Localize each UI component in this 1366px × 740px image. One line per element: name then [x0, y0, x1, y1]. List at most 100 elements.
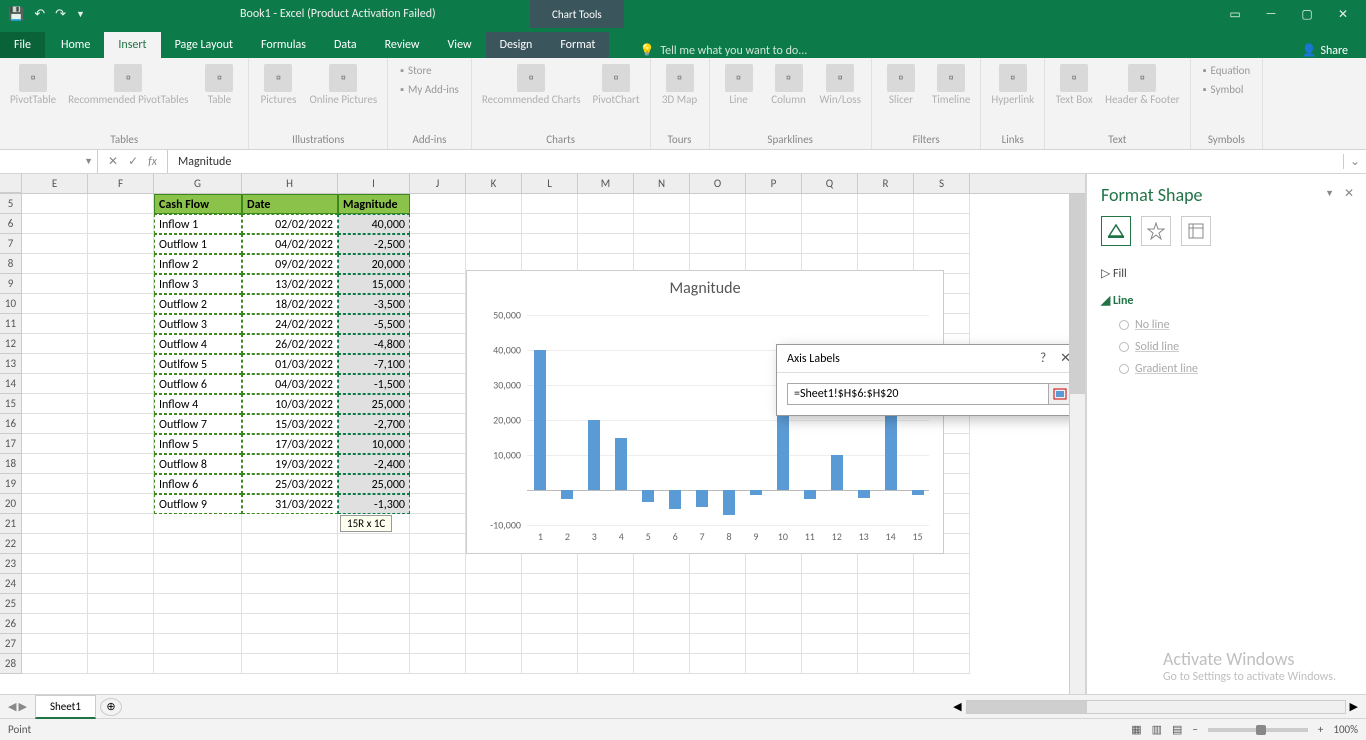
cell-G23[interactable]	[154, 554, 242, 574]
cell-G18[interactable]: Outflow 8	[154, 454, 242, 474]
cell-G19[interactable]: Inflow 6	[154, 474, 242, 494]
table-button[interactable]: ▫Table	[198, 62, 240, 108]
cell-L7[interactable]	[522, 234, 578, 254]
hscroll-right-icon[interactable]: ▶	[1350, 700, 1358, 713]
pivotchart-button[interactable]: ▫PivotChart	[591, 62, 642, 108]
row-header-21[interactable]: 21	[0, 514, 22, 534]
cell-N6[interactable]	[634, 214, 690, 234]
cell-E9[interactable]	[22, 274, 88, 294]
cell-I13[interactable]: -7,100	[338, 354, 410, 374]
cell-S27[interactable]	[914, 634, 970, 654]
cell-N23[interactable]	[634, 554, 690, 574]
cell-I22[interactable]	[338, 534, 410, 554]
chart-bar-6[interactable]	[669, 490, 681, 509]
cell-R6[interactable]	[858, 214, 914, 234]
cell-E18[interactable]	[22, 454, 88, 474]
cell-J6[interactable]	[410, 214, 466, 234]
cell-J14[interactable]	[410, 374, 466, 394]
cell-F13[interactable]	[88, 354, 154, 374]
cell-M5[interactable]	[578, 194, 634, 214]
cell-E10[interactable]	[22, 294, 88, 314]
add-sheet-icon[interactable]: ⊕	[100, 698, 122, 716]
cell-I12[interactable]: -4,800	[338, 334, 410, 354]
zoom-level[interactable]: 100%	[1333, 723, 1358, 736]
column-header-Q[interactable]: Q	[802, 174, 858, 193]
cell-P6[interactable]	[746, 214, 802, 234]
line-option-gradient-line[interactable]: Gradient line	[1101, 358, 1352, 380]
cell-E7[interactable]	[22, 234, 88, 254]
cell-N5[interactable]	[634, 194, 690, 214]
cell-H10[interactable]: 18/02/2022	[242, 294, 338, 314]
undo-icon[interactable]: ↶	[34, 7, 45, 22]
column-header-F[interactable]: F	[88, 174, 154, 193]
cell-P24[interactable]	[746, 574, 802, 594]
cell-J16[interactable]	[410, 414, 466, 434]
name-box[interactable]: ▼	[0, 150, 98, 173]
chart-bar-4[interactable]	[615, 438, 627, 491]
chart-bar-9[interactable]	[750, 490, 762, 495]
line-button[interactable]: ▫Line	[718, 62, 760, 108]
cell-O28[interactable]	[690, 654, 746, 674]
recommended-pivottables-button[interactable]: ▫Recommended PivotTables	[66, 62, 190, 108]
column-header-P[interactable]: P	[746, 174, 802, 193]
cell-H21[interactable]	[242, 514, 338, 534]
chart-bar-8[interactable]	[723, 490, 735, 515]
chart-bar-12[interactable]	[831, 455, 843, 490]
recommended-charts-button[interactable]: ▫Recommended Charts	[480, 62, 583, 108]
cell-G13[interactable]: Outlfow 5	[154, 354, 242, 374]
cell-G14[interactable]: Outflow 6	[154, 374, 242, 394]
cell-R25[interactable]	[858, 594, 914, 614]
cell-F12[interactable]	[88, 334, 154, 354]
row-header-18[interactable]: 18	[0, 454, 22, 474]
cell-H18[interactable]: 19/03/2022	[242, 454, 338, 474]
cell-H17[interactable]: 17/03/2022	[242, 434, 338, 454]
store-button[interactable]: ▪ Store	[396, 62, 463, 79]
cell-G21[interactable]	[154, 514, 242, 534]
cell-E22[interactable]	[22, 534, 88, 554]
maximize-icon[interactable]: ▢	[1298, 7, 1316, 22]
cell-H11[interactable]: 24/02/2022	[242, 314, 338, 334]
column-header-O[interactable]: O	[690, 174, 746, 193]
cell-G9[interactable]: Inflow 3	[154, 274, 242, 294]
cell-R27[interactable]	[858, 634, 914, 654]
page-layout-icon[interactable]: ▥	[1152, 723, 1162, 736]
cell-O24[interactable]	[690, 574, 746, 594]
cell-F17[interactable]	[88, 434, 154, 454]
cell-H15[interactable]: 10/03/2022	[242, 394, 338, 414]
cell-P5[interactable]	[746, 194, 802, 214]
cell-M27[interactable]	[578, 634, 634, 654]
3d-map-button[interactable]: ▫3D Map	[659, 62, 701, 108]
cell-F15[interactable]	[88, 394, 154, 414]
cell-S28[interactable]	[914, 654, 970, 674]
cell-I25[interactable]	[338, 594, 410, 614]
cell-J9[interactable]	[410, 274, 466, 294]
chart-bar-7[interactable]	[696, 490, 708, 507]
hyperlink-button[interactable]: ▫Hyperlink	[989, 62, 1036, 108]
line-option-solid-line[interactable]: Solid line	[1101, 336, 1352, 358]
share-button[interactable]: 👤 Share	[1301, 43, 1366, 58]
cell-M23[interactable]	[578, 554, 634, 574]
cell-I26[interactable]	[338, 614, 410, 634]
cell-O6[interactable]	[690, 214, 746, 234]
tab-file[interactable]: File	[0, 32, 45, 58]
cell-E17[interactable]	[22, 434, 88, 454]
cell-M6[interactable]	[578, 214, 634, 234]
cell-R23[interactable]	[858, 554, 914, 574]
row-header-26[interactable]: 26	[0, 614, 22, 634]
cell-H20[interactable]: 31/03/2022	[242, 494, 338, 514]
cell-R7[interactable]	[858, 234, 914, 254]
tab-formulas[interactable]: Formulas	[247, 32, 320, 58]
confirm-icon[interactable]: ✓	[128, 154, 138, 169]
minimize-icon[interactable]: —	[1262, 7, 1280, 22]
cell-S26[interactable]	[914, 614, 970, 634]
column-header-E[interactable]: E	[22, 174, 88, 193]
column-header-K[interactable]: K	[466, 174, 522, 193]
cell-G24[interactable]	[154, 574, 242, 594]
cell-Q25[interactable]	[802, 594, 858, 614]
range-picker-icon[interactable]	[1048, 384, 1070, 404]
cell-F26[interactable]	[88, 614, 154, 634]
cell-P26[interactable]	[746, 614, 802, 634]
cell-E19[interactable]	[22, 474, 88, 494]
cell-H26[interactable]	[242, 614, 338, 634]
timeline-button[interactable]: ▫Timeline	[930, 62, 972, 108]
